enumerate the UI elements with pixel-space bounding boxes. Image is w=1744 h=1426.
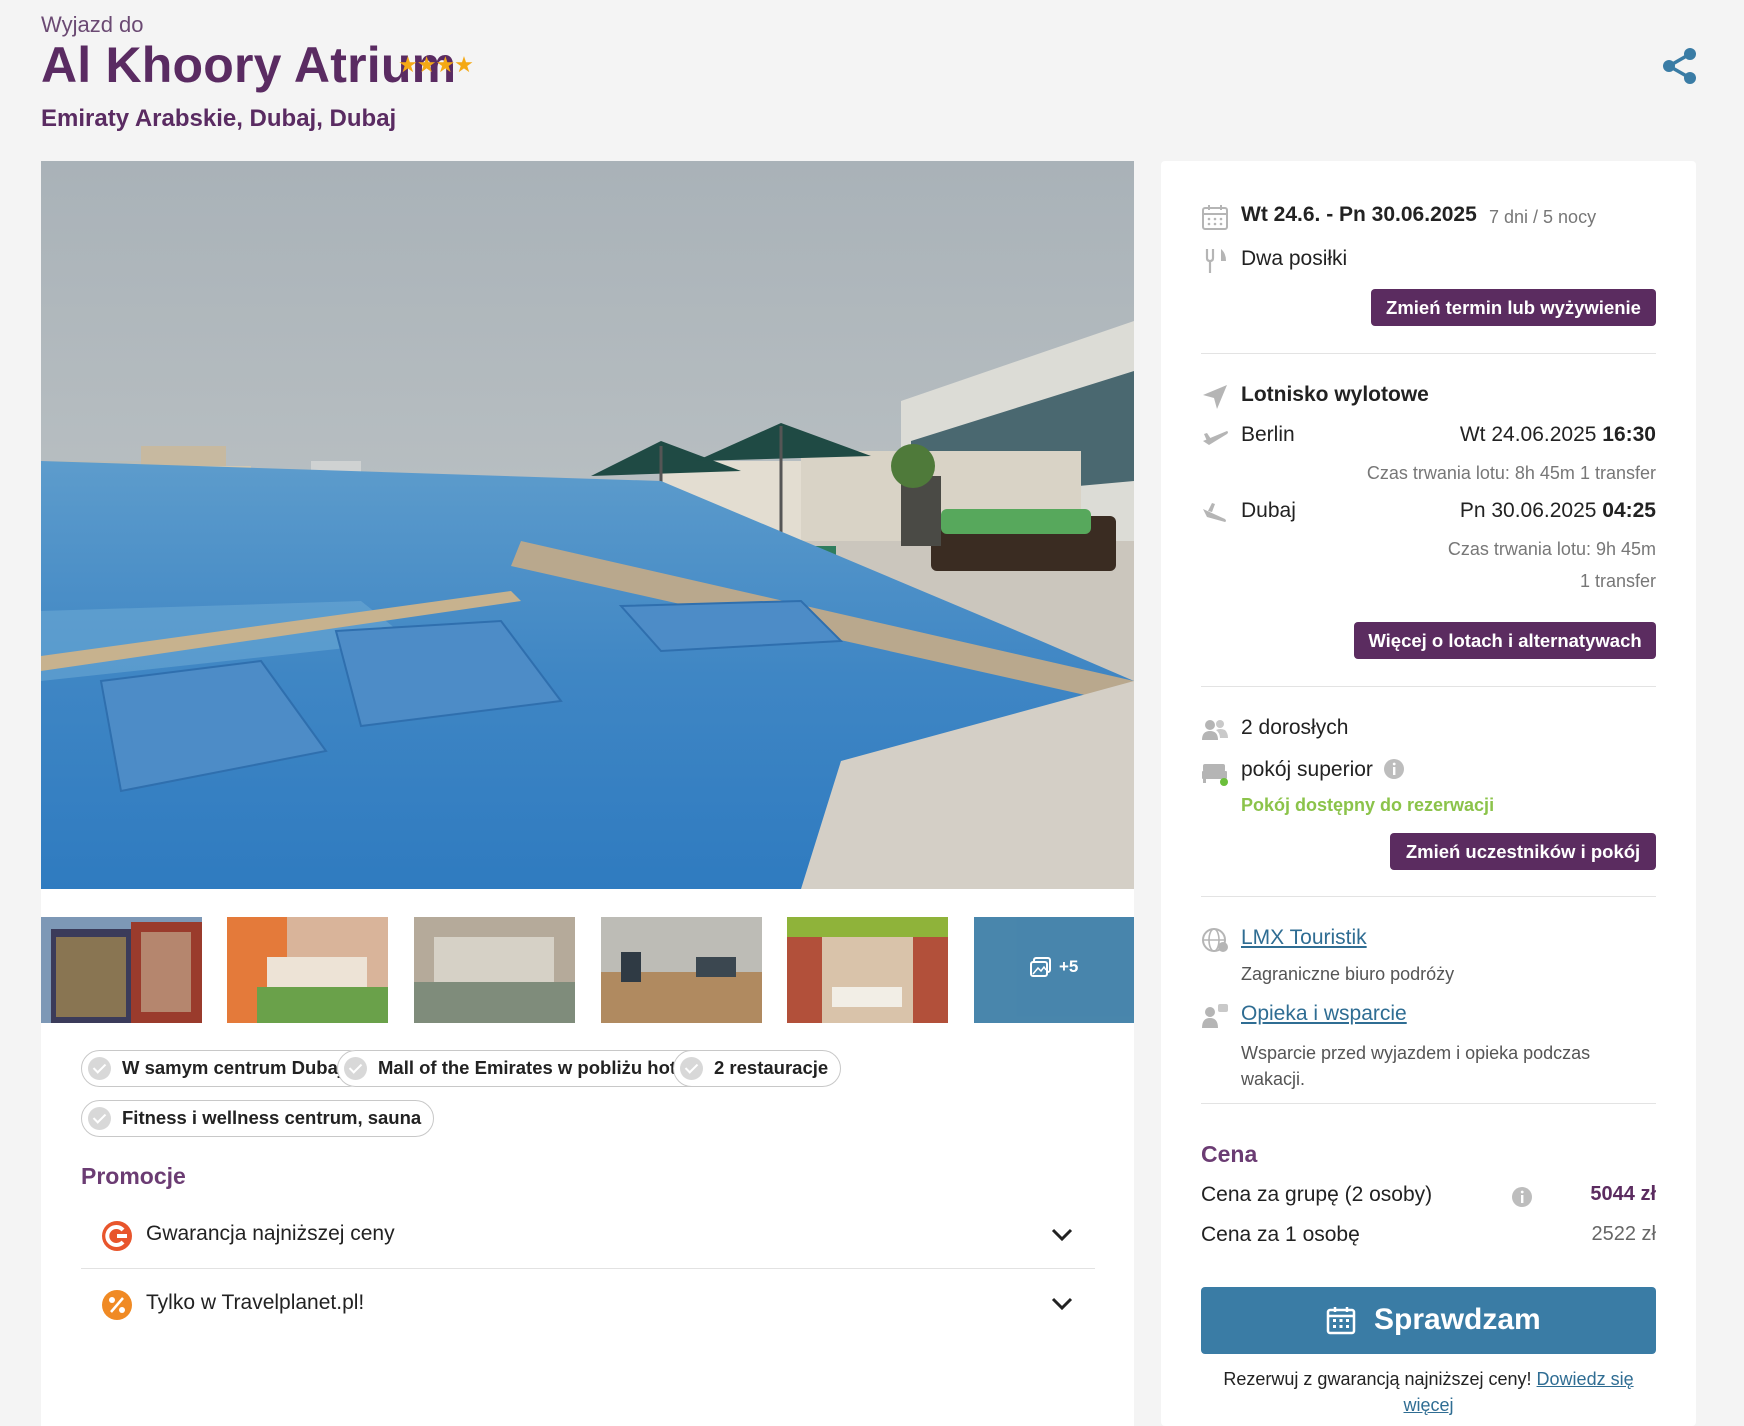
feature-chip: 2 restauracje <box>673 1050 842 1087</box>
feature-chip-label: Mall of the Emirates w pobliżu hotelu <box>378 1057 703 1078</box>
departure-arrow-icon <box>1203 385 1227 409</box>
share-icon <box>1663 48 1696 84</box>
calendar-icon <box>1202 205 1228 230</box>
guarantee-text: Rezerwuj z gwarancją najniższej ceny! <box>1223 1369 1537 1389</box>
plane-takeoff-icon <box>1203 431 1228 445</box>
thumbnail-room[interactable] <box>227 917 388 1023</box>
section-divider <box>1201 896 1656 897</box>
departure-airport-heading: Lotnisko wylotowe <box>1241 383 1429 406</box>
change-term-button[interactable]: Zmień termin lub wyżywienie <box>1371 289 1656 326</box>
outbound-city: Berlin <box>1241 423 1295 446</box>
trip-duration: 7 dni / 5 nocy <box>1489 207 1597 227</box>
more-photos-count: +5 <box>1059 957 1079 976</box>
hotel-name: Al Khoory Atrium <box>41 37 457 93</box>
hotel-content: +5 W samym centrum Dubaju Mall of the Em… <box>41 161 1134 1426</box>
more-flights-button[interactable]: Więcej o lotach i alternatywach <box>1354 622 1656 659</box>
check-icon <box>88 1107 111 1130</box>
chevron-down-icon <box>1051 1228 1073 1242</box>
meal-plan: Dwa posiłki <box>1241 247 1348 270</box>
travelers-count: 2 dorosłych <box>1241 716 1349 739</box>
support-agent-icon <box>1202 1004 1228 1028</box>
cutlery-icon <box>1205 249 1226 273</box>
inbound-city: Dubaj <box>1241 499 1296 522</box>
trip-dates: Wt 24.6. - Pn 30.06.2025 <box>1241 203 1477 226</box>
promotions-title: Promocje <box>81 1163 186 1189</box>
price-heading: Cena <box>1201 1141 1258 1167</box>
chevron-down-icon <box>1051 1297 1073 1311</box>
inbound-time: 04:25 <box>1602 499 1656 522</box>
outbound-datetime: Wt 24.06.2025 16:30 <box>1460 423 1656 447</box>
check-icon <box>680 1057 703 1080</box>
gallery-icon <box>1030 957 1051 977</box>
hotel-location: Emiraty Arabskie, Dubaj, Dubaj <box>41 105 397 132</box>
thumbnail-hotel-exterior[interactable] <box>41 917 202 1023</box>
info-icon[interactable] <box>1511 1186 1533 1208</box>
globe-agency-icon <box>1202 928 1228 952</box>
inbound-date: Pn 30.06.2025 <box>1459 499 1597 522</box>
outbound-date: Wt 24.06.2025 <box>1459 423 1597 446</box>
feature-chip-label: 2 restauracje <box>714 1057 829 1078</box>
price-guarantee-note: Rezerwuj z gwarancją najniższej ceny! Do… <box>1201 1366 1656 1418</box>
inbound-duration: Czas trwania lotu: 9h 45m <box>1447 539 1656 559</box>
feature-chip-label: Fitness i wellness centrum, sauna <box>122 1107 422 1128</box>
booking-panel: Wt 24.6. - Pn 30.06.2025 7 dni / 5 nocy … <box>1161 161 1696 1426</box>
check-button-label: Sprawdzam <box>1374 1303 1541 1336</box>
feature-chip: Mall of the Emirates w pobliżu hotelu <box>337 1050 716 1087</box>
price-person-value: 2522 zł <box>1591 1223 1657 1245</box>
thumbnail-restaurant[interactable] <box>787 917 948 1023</box>
support-link[interactable]: Opieka i wsparcie <box>1241 1002 1407 1026</box>
trip-eyebrow: Wyjazd do <box>41 12 144 37</box>
calendar-icon <box>1326 1307 1356 1335</box>
check-availability-button[interactable]: Sprawdzam <box>1201 1287 1656 1354</box>
bed-icon <box>1202 764 1228 786</box>
outbound-transfers: 1 transfer <box>1579 463 1656 483</box>
check-icon <box>88 1057 111 1080</box>
hero-photo-pool[interactable] <box>41 161 1134 889</box>
share-button[interactable] <box>1660 46 1700 86</box>
check-icon <box>344 1057 367 1080</box>
section-divider <box>1201 353 1656 354</box>
people-icon <box>1202 720 1228 740</box>
hotel-stars: ★★★★ <box>398 52 474 77</box>
pool-photo <box>41 161 1134 889</box>
feature-chip-label: W samym centrum Dubaju <box>122 1057 355 1078</box>
thumbnail-gym[interactable] <box>601 917 762 1023</box>
change-participants-button[interactable]: Zmień uczestników i pokój <box>1390 833 1656 870</box>
thumbnail-lobby[interactable] <box>414 917 575 1023</box>
promotion-travelplanet-only[interactable]: Tylko w Travelplanet.pl! <box>81 1269 1095 1337</box>
inbound-datetime: Pn 30.06.2025 04:25 <box>1460 499 1656 523</box>
promotion-label: Tylko w Travelplanet.pl! <box>146 1291 365 1314</box>
promotion-label: Gwarancja najniższej ceny <box>146 1222 395 1245</box>
percent-icon <box>102 1290 132 1320</box>
agency-description: Zagraniczne biuro podróży <box>1241 964 1455 984</box>
thumbnail-more-photos[interactable]: +5 <box>974 917 1134 1023</box>
thumbnail-strip: +5 <box>41 917 1134 1023</box>
promotion-lowest-price[interactable]: Gwarancja najniższej ceny <box>81 1200 1095 1268</box>
feature-chip: W samym centrum Dubaju <box>81 1050 368 1087</box>
agency-link[interactable]: LMX Touristik <box>1241 926 1367 950</box>
section-divider <box>1201 686 1656 687</box>
feature-chip: Fitness i wellness centrum, sauna <box>81 1100 435 1137</box>
price-group-value: 5044 zł <box>1590 1183 1656 1205</box>
section-divider <box>1201 1103 1656 1104</box>
plane-landing-icon <box>1203 503 1226 522</box>
room-type: pokój superior <box>1241 758 1373 781</box>
outbound-duration: Czas trwania lotu: 8h 45m <box>1366 463 1575 483</box>
support-description: Wsparcie przed wyjazdem i opieka podczas… <box>1241 1043 1591 1089</box>
outbound-time: 16:30 <box>1602 423 1656 446</box>
price-person-label: Cena za 1 osobę <box>1201 1223 1360 1246</box>
room-availability: Pokój dostępny do rezerwacji <box>1241 795 1495 815</box>
inbound-transfers: 1 transfer <box>1579 571 1656 591</box>
outbound-info: Czas trwania lotu: 8h 45m 1 transfer <box>1367 463 1656 484</box>
info-icon[interactable] <box>1383 758 1405 780</box>
price-guarantee-icon <box>102 1221 132 1251</box>
price-group-label: Cena za grupę (2 osoby) <box>1201 1183 1433 1206</box>
